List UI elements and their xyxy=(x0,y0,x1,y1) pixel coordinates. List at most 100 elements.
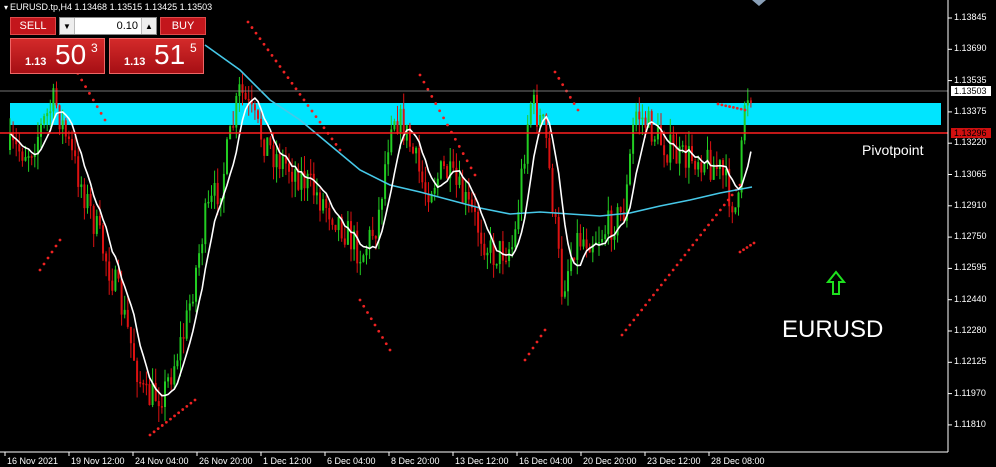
candle-body xyxy=(201,244,204,254)
candle-body xyxy=(52,88,55,112)
buy-price-prefix: 1.13 xyxy=(124,56,146,68)
resistance-zone xyxy=(10,103,941,125)
sar-dot xyxy=(465,159,469,163)
candle-body xyxy=(309,173,312,176)
candle-body xyxy=(712,164,715,180)
sar-dot xyxy=(422,80,426,84)
candle-body xyxy=(343,238,346,245)
sar-dot xyxy=(691,243,695,247)
price-tick-label: 1.12440 xyxy=(954,293,987,304)
candle-body xyxy=(27,156,30,158)
sar-dot xyxy=(718,208,722,212)
candle-body xyxy=(49,111,52,114)
candle-body xyxy=(514,229,517,248)
candle-body xyxy=(58,105,61,130)
sar-dot xyxy=(624,328,628,332)
sar-dot xyxy=(659,283,663,287)
price-tick-label: 1.12910 xyxy=(954,199,987,210)
sar-dot xyxy=(539,334,543,338)
buy-button[interactable]: BUY xyxy=(160,17,206,35)
candle-body xyxy=(461,176,464,204)
candle-body xyxy=(722,160,724,176)
candle-body xyxy=(191,301,194,304)
candle-body xyxy=(247,98,250,101)
candle-body xyxy=(21,151,24,161)
sar-dot xyxy=(381,336,384,339)
candle-body xyxy=(67,136,70,139)
candle-body xyxy=(421,171,424,183)
candle-body xyxy=(477,211,480,233)
sar-dot xyxy=(185,404,189,408)
sar-dot xyxy=(103,118,107,122)
candle-body xyxy=(291,171,294,182)
sar-dot xyxy=(728,105,731,108)
candle-body xyxy=(83,184,86,209)
sar-dot xyxy=(742,248,745,252)
sar-dot xyxy=(531,346,535,350)
candle-body xyxy=(408,125,411,147)
lot-increase-icon[interactable]: ▲ xyxy=(141,18,156,34)
time-tick-label: 16 Dec 04:00 xyxy=(519,456,573,466)
sar-dot xyxy=(99,111,103,115)
candle-body xyxy=(24,157,27,161)
pivot-point-label: Pivotpoint xyxy=(862,142,924,158)
sar-dot xyxy=(302,98,306,102)
sar-dot xyxy=(695,238,699,242)
candle-body xyxy=(663,145,666,156)
dropdown-triangle-icon[interactable]: ▾ xyxy=(4,3,8,12)
candle-body xyxy=(641,117,644,120)
candle-body xyxy=(322,199,325,211)
candle-body xyxy=(563,291,566,297)
sar-dot xyxy=(523,358,527,362)
sar-dot xyxy=(314,115,318,119)
candle-body xyxy=(89,194,92,207)
sar-dot xyxy=(152,430,156,434)
sar-dot xyxy=(722,203,726,207)
candle-body xyxy=(204,203,207,245)
lot-decrease-icon[interactable]: ▼ xyxy=(60,18,75,34)
current-price-tag: 1.13503 xyxy=(951,86,991,96)
sar-dot xyxy=(80,78,84,82)
sar-dot xyxy=(446,123,449,127)
sell-button[interactable]: SELL xyxy=(10,17,56,35)
sar-dot xyxy=(453,137,457,141)
candle-body xyxy=(275,154,278,168)
sar-dot xyxy=(177,411,181,415)
candle-body xyxy=(573,257,576,260)
sar-dot xyxy=(636,313,640,317)
sar-dot xyxy=(707,223,710,227)
buy-price-button[interactable]: 1.13 51 5 xyxy=(109,38,204,74)
candle-body xyxy=(111,280,114,291)
sar-dot xyxy=(724,104,728,108)
sar-dot xyxy=(652,293,655,297)
candle-body xyxy=(288,163,290,172)
sar-dot xyxy=(743,108,747,112)
candle-body xyxy=(179,337,182,361)
candle-body xyxy=(613,235,616,240)
lot-size-value[interactable]: 0.10 xyxy=(117,20,138,32)
sar-dot xyxy=(438,109,442,113)
sar-dot xyxy=(369,317,373,321)
candle-body xyxy=(399,108,402,134)
sar-dot xyxy=(752,241,756,245)
candle-body xyxy=(260,118,263,140)
candle-body xyxy=(9,133,11,150)
sar-dot xyxy=(377,329,381,333)
candle-body xyxy=(536,94,538,127)
sar-dot xyxy=(679,258,683,262)
time-tick-label: 24 Nov 04:00 xyxy=(135,456,189,466)
price-tick-label: 1.12750 xyxy=(954,231,987,242)
sar-dot xyxy=(730,193,734,197)
sell-price-button[interactable]: 1.13 50 3 xyxy=(10,38,105,74)
candle-body xyxy=(244,92,247,99)
candle-body xyxy=(160,406,163,408)
candle-body xyxy=(337,216,340,231)
time-tick-label: 13 Dec 12:00 xyxy=(455,456,509,466)
candle-body xyxy=(632,124,635,154)
sar-dot xyxy=(50,250,54,254)
time-tick-label: 28 Dec 08:00 xyxy=(711,456,765,466)
lot-size-stepper[interactable]: ▼ 0.10 ▲ xyxy=(59,17,157,35)
candle-body xyxy=(170,377,173,385)
candle-body xyxy=(598,242,600,244)
candle-body xyxy=(601,239,604,243)
